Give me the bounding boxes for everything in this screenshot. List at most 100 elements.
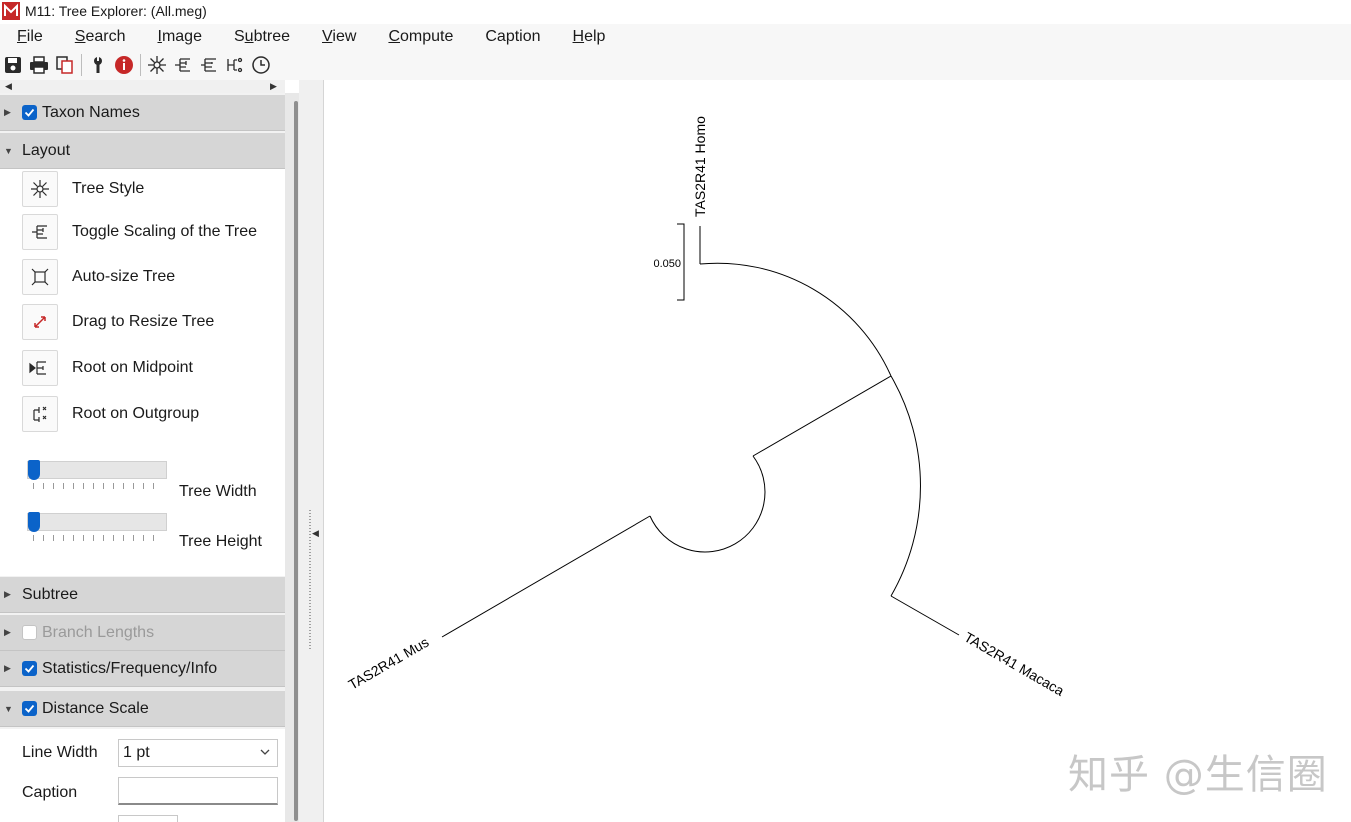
root-midpoint-label: Root on Midpoint xyxy=(72,359,193,376)
toggle-scaling-icon[interactable] xyxy=(170,52,196,78)
tree-width-slider[interactable] xyxy=(27,460,167,480)
phylogenetic-tree: 0.050 TAS2R41 Homo TAS2R41 Mus TAS2R41 M… xyxy=(346,116,1068,699)
menu-file[interactable]: File xyxy=(17,28,43,46)
taxon-label-mus[interactable]: TAS2R41 Mus xyxy=(346,634,432,693)
collapse-arrow-icon[interactable]: ▼ xyxy=(4,146,13,156)
line-width-value: 1 pt xyxy=(123,744,150,761)
toggle-scaling-button[interactable]: Toggle Scaling of the Tree xyxy=(22,214,257,250)
root-outgroup-label: Root on Outgroup xyxy=(72,405,200,422)
section-label: Subtree xyxy=(22,585,79,603)
arc-root xyxy=(649,455,766,553)
line-width-label: Line Width xyxy=(22,744,98,761)
menu-subtree[interactable]: Subtree xyxy=(234,28,290,46)
toggle-scaling-label: Toggle Scaling of the Tree xyxy=(72,223,258,240)
tree-height-label: Tree Height xyxy=(179,533,262,550)
section-layout[interactable]: ▼ Layout xyxy=(0,133,285,169)
auto-size-label: Auto-size Tree xyxy=(72,268,176,285)
drag-resize-button[interactable]: Drag to Resize Tree xyxy=(22,304,214,340)
expand-arrow-icon[interactable]: ▶ xyxy=(4,107,11,118)
expand-arrow-icon[interactable]: ▶ xyxy=(4,589,11,600)
branch-lengths-checkbox[interactable] xyxy=(22,625,37,640)
section-label: Statistics/Frequency/Info xyxy=(42,659,218,677)
toolbar-separator xyxy=(140,54,141,76)
menu-compute[interactable]: Compute xyxy=(388,28,453,46)
toolbar-separator xyxy=(81,54,82,76)
auto-size-icon xyxy=(22,259,58,295)
section-subtree[interactable]: ▶ Subtree xyxy=(0,577,285,613)
toolbar xyxy=(0,50,1351,80)
root-midpoint-icon xyxy=(22,350,58,386)
watermark: 知乎 @生信圈 xyxy=(1068,752,1328,798)
root-midpoint-icon[interactable] xyxy=(222,52,248,78)
wrench-icon[interactable] xyxy=(85,52,111,78)
section-label: Distance Scale xyxy=(42,699,149,717)
scroll-left-icon[interactable]: ◀ xyxy=(5,81,12,92)
menu-caption[interactable]: Caption xyxy=(485,28,540,46)
taxon-label-macaca[interactable]: TAS2R41 Macaca xyxy=(962,629,1068,699)
drag-resize-label: Drag to Resize Tree xyxy=(72,313,215,330)
statistics-checkbox[interactable] xyxy=(22,661,37,676)
layout-panel: Tree Style Toggle Scaling of the Tree Au… xyxy=(0,169,285,576)
root-outgroup-button[interactable]: Root on Outgroup xyxy=(22,396,199,432)
taxon-names-checkbox[interactable] xyxy=(22,105,37,120)
branch-macaca xyxy=(890,595,960,636)
tree-width-label: Tree Width xyxy=(179,483,257,500)
tree-style-icon xyxy=(22,171,58,207)
section-statistics[interactable]: ▶ Statistics/Frequency/Info xyxy=(0,651,285,687)
collapse-panel-icon[interactable]: ◀ xyxy=(312,528,319,539)
tree-style-icon[interactable] xyxy=(144,52,170,78)
sidebar-vertical-scrollbar[interactable] xyxy=(285,93,299,822)
expand-arrow-icon[interactable]: ▶ xyxy=(4,627,11,638)
expand-arrow-icon[interactable]: ▶ xyxy=(4,663,11,674)
scrollbar-thumb[interactable] xyxy=(294,101,298,821)
menu-image[interactable]: Image xyxy=(158,28,202,46)
tree-style-button[interactable]: Tree Style xyxy=(22,171,144,207)
menu-bar: File Search Image Subtree View Compute C… xyxy=(0,24,1351,50)
tree-width-ticks xyxy=(33,483,163,489)
chevron-down-icon xyxy=(260,749,270,755)
menu-search[interactable]: Search xyxy=(75,28,126,46)
taxon-label-homo[interactable]: TAS2R41 Homo xyxy=(692,116,708,217)
section-distance-scale[interactable]: ▼ Distance Scale xyxy=(0,691,285,727)
tree-style-label: Tree Style xyxy=(72,180,145,197)
section-taxon-names[interactable]: ▶ Taxon Names xyxy=(0,95,285,131)
tree-height-slider-thumb[interactable] xyxy=(28,512,40,532)
distance-scale-field[interactable] xyxy=(118,815,178,822)
info-icon[interactable] xyxy=(111,52,137,78)
branch-mus xyxy=(441,515,651,638)
sidebar-horizontal-scrollbar[interactable]: ◀ ▶ xyxy=(0,80,285,93)
clock-icon[interactable] xyxy=(248,52,274,78)
window-title: M11: Tree Explorer: (All.meg) xyxy=(25,3,207,19)
auto-size-button[interactable]: Auto-size Tree xyxy=(22,259,175,295)
scale-label: 0.050 xyxy=(653,258,681,270)
section-label: Taxon Names xyxy=(42,103,140,121)
tree-canvas[interactable]: 0.050 TAS2R41 Homo TAS2R41 Mus TAS2R41 M… xyxy=(325,80,1351,822)
tree-width-slider-thumb[interactable] xyxy=(28,460,40,480)
menu-view[interactable]: View xyxy=(322,28,356,46)
resize-arrow-icon xyxy=(22,304,58,340)
section-label: Branch Lengths xyxy=(42,623,155,641)
scroll-right-icon[interactable]: ▶ xyxy=(270,81,277,92)
caption-input[interactable] xyxy=(118,777,278,805)
tree-height-slider[interactable] xyxy=(27,512,167,532)
auto-size-icon[interactable] xyxy=(196,52,222,78)
section-branch-lengths[interactable]: ▶ Branch Lengths xyxy=(0,615,285,651)
section-label: Layout xyxy=(22,141,71,159)
arc-homo-to-node xyxy=(699,262,892,377)
tree-height-ticks xyxy=(33,535,163,541)
mega-logo-icon xyxy=(2,2,20,20)
options-sidebar: ▶ Taxon Names ▼ Layout Tree Style Toggle… xyxy=(0,93,285,822)
line-width-select[interactable]: 1 pt xyxy=(118,739,278,767)
collapse-arrow-icon[interactable]: ▼ xyxy=(4,704,13,714)
distance-scale-checkbox[interactable] xyxy=(22,701,37,716)
panel-splitter[interactable]: ◀ xyxy=(299,80,324,822)
splitter-grip[interactable] xyxy=(309,510,311,650)
toggle-scaling-icon xyxy=(22,214,58,250)
print-icon[interactable] xyxy=(26,52,52,78)
root-midpoint-button[interactable]: Root on Midpoint xyxy=(22,350,193,386)
copy-icon[interactable] xyxy=(52,52,78,78)
save-icon[interactable] xyxy=(0,52,26,78)
menu-help[interactable]: Help xyxy=(573,28,606,46)
distance-scale-panel: Line Width 1 pt Caption xyxy=(0,729,285,822)
caption-label: Caption xyxy=(22,784,78,801)
